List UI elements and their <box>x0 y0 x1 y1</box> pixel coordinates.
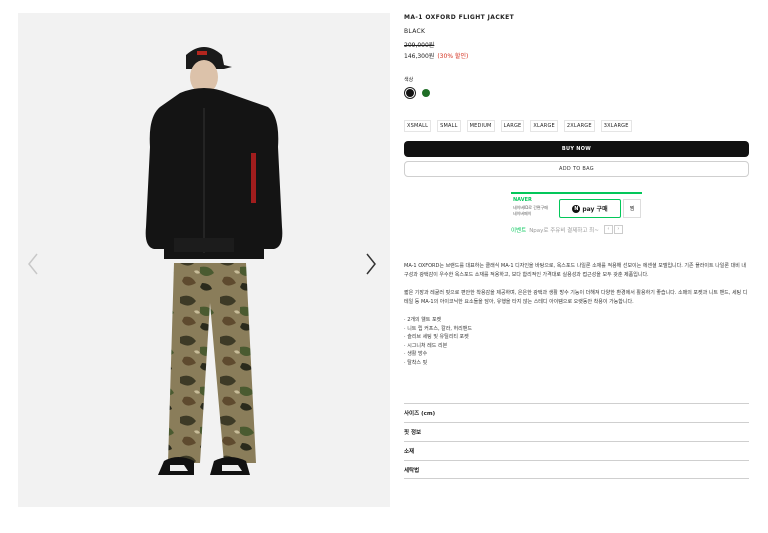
product-photo <box>145 47 283 475</box>
add-to-bag-button[interactable]: ADD TO BAG <box>404 161 749 177</box>
original-price: 209,000원 <box>404 42 435 49</box>
description-paragraph: 짧은 기장과 레귤러 핏으로 편안한 착용감을 제공하며, 은은한 광택과 생활… <box>404 290 748 305</box>
accordion-fit[interactable]: 핏 정보 <box>404 422 749 441</box>
info-accordion: 사이즈 (cm) 핏 정보 소재 세탁법 <box>404 403 749 479</box>
next-image-icon[interactable] <box>360 249 382 279</box>
feature-item: · 생활 방수 <box>404 351 428 357</box>
npay-buy-button[interactable]: Npay 구매 <box>559 199 621 218</box>
npay-logo-icon: N <box>572 204 581 213</box>
size-option[interactable]: 2XLARGE <box>563 120 595 132</box>
size-option[interactable]: 3XLARGE <box>600 120 632 132</box>
sale-price-row: 146,300원 (30% 할인) <box>404 51 749 60</box>
accordion-size[interactable]: 사이즈 (cm) <box>404 403 749 422</box>
feature-item: · 니트 립 커프스, 칼라, 허리밴드 <box>404 325 472 332</box>
event-text: Npay로 주유비 결제하고 최~ <box>529 227 599 234</box>
naver-pay-subcaption: 네이버페이 <box>513 211 532 216</box>
size-option[interactable]: XSMALL <box>404 120 432 132</box>
event-next-icon[interactable]: › <box>613 225 623 234</box>
discount-rate: (30% 할인) <box>437 53 469 60</box>
product-color-name: BLACK <box>404 28 426 35</box>
accordion-care[interactable]: 세탁법 <box>404 460 749 479</box>
description-paragraph: MA-1 OXFORD는 브랜드를 대표하는 클래식 MA-1 디자인을 바탕으… <box>404 263 746 278</box>
naver-logo: NAVER <box>513 197 532 203</box>
feature-item: · 시그니처 레드 리본 <box>404 342 448 349</box>
product-description: MA-1 OXFORD는 브랜드를 대표하는 클래식 MA-1 디자인을 바탕으… <box>404 262 749 367</box>
buy-now-button[interactable]: BUY NOW <box>404 141 749 157</box>
naver-pay-widget: NAVER 네이버ID로 간편구매 네이버페이 Npay 구매 찜 <box>511 192 642 221</box>
product-info-panel: MA-1 OXFORD FLIGHT JACKET BLACK 209,000원… <box>404 14 749 479</box>
feature-item: · 탈착스 핏 <box>404 359 428 366</box>
product-image-gallery <box>18 13 390 507</box>
naver-wish-button[interactable]: 찜 <box>623 199 641 218</box>
event-prev-icon[interactable]: ‹ <box>603 225 613 234</box>
accordion-material[interactable]: 소재 <box>404 441 749 460</box>
size-option[interactable]: SMALL <box>437 120 461 132</box>
size-option[interactable]: LARGE <box>500 120 525 132</box>
npay-buy-label: pay 구매 <box>582 206 608 213</box>
event-label: 이벤트 <box>511 227 527 234</box>
size-option[interactable]: XLARGE <box>530 120 558 132</box>
swatch-green[interactable] <box>420 87 432 99</box>
size-options: XSMALL SMALL MEDIUM LARGE XLARGE 2XLARGE… <box>404 120 749 132</box>
naver-event-banner[interactable]: 이벤트 Npay로 주유비 결제하고 최~ ‹ › <box>511 225 623 234</box>
previous-image-icon[interactable] <box>22 249 44 279</box>
size-option[interactable]: MEDIUM <box>466 120 495 132</box>
swatch-black[interactable] <box>404 87 416 99</box>
feature-item: · 2개의 웰트 포켓 <box>404 317 442 323</box>
product-title: MA-1 OXFORD FLIGHT JACKET <box>404 14 515 21</box>
feature-item: · 슬리브 세팅 및 유틸리티 포켓 <box>404 334 469 340</box>
feature-list: · 2개의 웰트 포켓 · 니트 립 커프스, 칼라, 허리밴드 · 슬리브 세… <box>404 316 749 367</box>
color-label: 색상 <box>404 77 414 83</box>
sale-price: 146,300원 <box>404 53 435 60</box>
color-swatches <box>404 87 749 99</box>
